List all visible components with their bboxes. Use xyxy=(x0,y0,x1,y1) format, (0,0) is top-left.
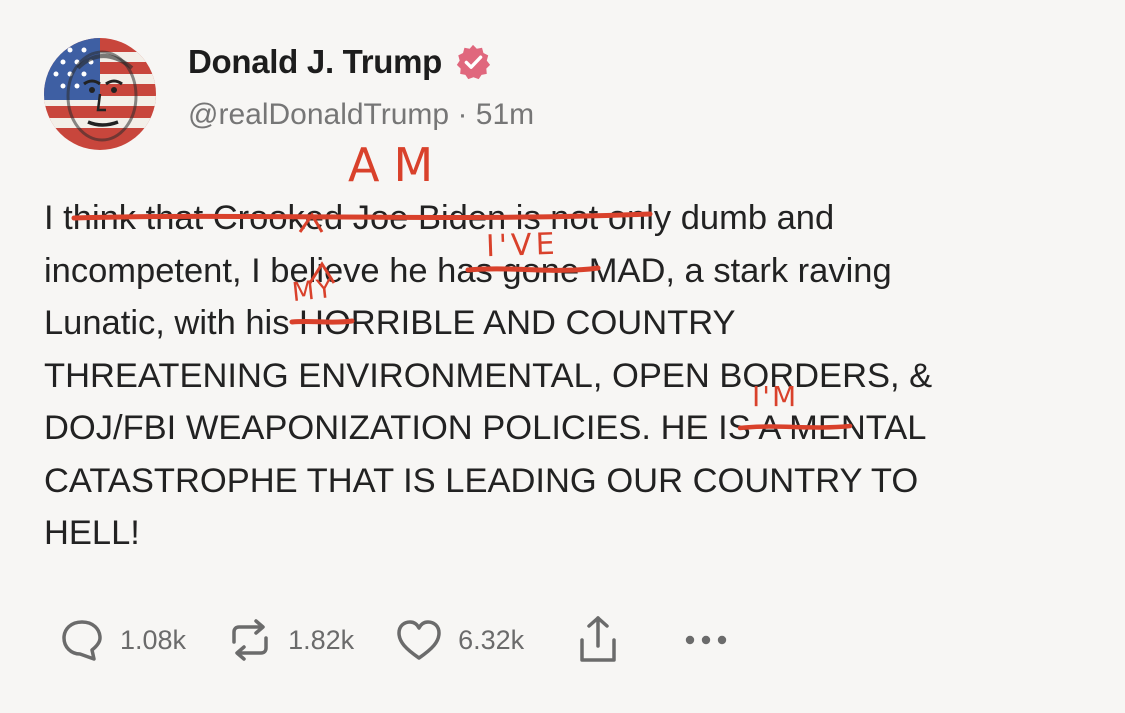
post-body: I think that Crooked Joe Biden is not on… xyxy=(44,192,1094,560)
edit-am: AM xyxy=(348,138,448,192)
retweet-button[interactable]: 1.82k xyxy=(226,616,354,664)
handle-row: @realDonaldTrump · 51m xyxy=(188,98,534,132)
post-text-segment: incompetent, I believe xyxy=(44,251,390,290)
like-count: 6.32k xyxy=(458,624,525,655)
retweet-icon xyxy=(232,619,268,661)
post-text-segment: CATASTROPHE THAT IS LEADING OUR COUNTRY … xyxy=(44,461,919,500)
verified-badge-icon xyxy=(456,44,491,80)
post-text-line: CATASTROPHE THAT IS LEADING OUR COUNTRY … xyxy=(44,455,1094,508)
author-name-row: Donald J. Trump xyxy=(188,40,492,84)
struck-text: think that Crooked Joe Biden is xyxy=(63,199,541,237)
struck-text: he has xyxy=(389,251,493,290)
reply-count: 1.08k xyxy=(120,624,187,655)
timestamp[interactable]: 51m xyxy=(476,98,534,131)
handle[interactable]: @realDonaldTrump xyxy=(188,98,449,131)
post-text-line: Lunatic, with his HORRIBLE AND COUNTRY xyxy=(44,297,1094,350)
share-icon xyxy=(580,616,616,662)
post-text-line: THREATENING ENVIRONMENTAL, OPEN BORDERS,… xyxy=(44,350,1094,403)
share-button[interactable] xyxy=(576,614,620,666)
post-text-segment: I xyxy=(44,199,64,237)
post-text-segment: HELL! xyxy=(44,514,140,552)
post-text-segment: gone MAD, a stark raving xyxy=(492,251,892,290)
post-text-line: incompetent, I believe he has gone MAD, … xyxy=(44,245,1094,298)
post-text-line: DOJ/FBI WEAPONIZATION POLICIES. HE IS A … xyxy=(44,402,1094,455)
reply-button[interactable]: 1.08k xyxy=(58,616,186,664)
struck-text: HE IS xyxy=(660,409,751,447)
struck-text: his xyxy=(245,304,290,342)
post-card: Donald J. Trump @realDonaldTrump · 51m I… xyxy=(0,0,1125,713)
more-button[interactable] xyxy=(684,633,728,647)
post-text-line: HELL! xyxy=(44,507,1094,560)
like-button[interactable]: 6.32k xyxy=(394,616,524,664)
post-text-segment: THREATENING ENVIRONMENTAL, OPEN BORDERS,… xyxy=(44,356,933,395)
heart-icon xyxy=(397,620,441,660)
post-text-segment: A MENTAL xyxy=(750,409,927,447)
retweet-count: 1.82k xyxy=(288,624,355,655)
post-text-segment: HORRIBLE AND COUNTRY xyxy=(289,304,736,342)
post-text-segment: DOJ/FBI WEAPONIZATION POLICIES. xyxy=(44,409,661,447)
post-text-segment: not only dumb and xyxy=(540,199,835,237)
more-dots-icon xyxy=(685,635,727,645)
post-text-segment: Lunatic, with xyxy=(44,304,246,342)
avatar[interactable] xyxy=(44,38,156,150)
display-name[interactable]: Donald J. Trump xyxy=(188,43,442,81)
flag-painted-face-avatar xyxy=(44,38,156,150)
action-bar: 1.08k 1.82k 6.32k xyxy=(58,612,768,668)
meta-separator: · xyxy=(449,98,476,131)
reply-bubble-icon xyxy=(62,620,102,661)
post-text-line: I think that Crooked Joe Biden is not on… xyxy=(44,192,1094,245)
